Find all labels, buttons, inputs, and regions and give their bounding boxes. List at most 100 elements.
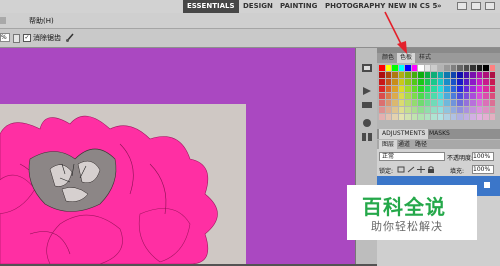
- swatch[interactable]: [470, 93, 476, 100]
- swatch[interactable]: [385, 86, 392, 93]
- fill-field[interactable]: 100%: [472, 165, 494, 174]
- swatch[interactable]: [379, 86, 385, 93]
- swatch[interactable]: [431, 107, 437, 114]
- swatch[interactable]: [444, 114, 450, 121]
- swatch[interactable]: [463, 86, 470, 93]
- swatch[interactable]: [489, 100, 496, 107]
- swatch[interactable]: [463, 72, 470, 79]
- swatch[interactable]: [431, 65, 437, 72]
- swatch[interactable]: [470, 107, 476, 114]
- swatch[interactable]: [463, 65, 470, 72]
- swatch[interactable]: [470, 79, 476, 86]
- swatch[interactable]: [437, 107, 444, 114]
- swatch[interactable]: [450, 65, 457, 72]
- swatch[interactable]: [411, 79, 418, 86]
- swatch[interactable]: [450, 93, 457, 100]
- swatch[interactable]: [470, 65, 476, 72]
- swatch[interactable]: [431, 93, 437, 100]
- swatch[interactable]: [398, 107, 405, 114]
- swatch[interactable]: [489, 72, 496, 79]
- swatch[interactable]: [489, 93, 496, 100]
- swatch[interactable]: [418, 65, 424, 72]
- swatch[interactable]: [489, 65, 496, 72]
- tab-channels[interactable]: 通道: [395, 140, 413, 150]
- swatch[interactable]: [476, 93, 483, 100]
- swatch[interactable]: [424, 93, 431, 100]
- swatch[interactable]: [476, 114, 483, 121]
- swatch[interactable]: [424, 86, 431, 93]
- swatch[interactable]: [379, 93, 385, 100]
- swatch[interactable]: [457, 72, 463, 79]
- swatch[interactable]: [411, 107, 418, 114]
- swatch[interactable]: [418, 79, 424, 86]
- swatch[interactable]: [385, 72, 392, 79]
- swatch[interactable]: [392, 72, 398, 79]
- swatch[interactable]: [463, 100, 470, 107]
- swatch[interactable]: [483, 93, 489, 100]
- actions-icon[interactable]: [360, 86, 374, 96]
- swatch[interactable]: [379, 100, 385, 107]
- swatch[interactable]: [450, 72, 457, 79]
- swatch[interactable]: [405, 114, 411, 121]
- workspace-photography[interactable]: PHOTOGRAPHY: [325, 0, 385, 13]
- tab-adjustments[interactable]: ADJUSTMENTS: [379, 129, 429, 139]
- lock-all-icon[interactable]: [427, 166, 435, 173]
- brush-icon[interactable]: [65, 32, 75, 42]
- swatch[interactable]: [437, 100, 444, 107]
- swatch[interactable]: [476, 79, 483, 86]
- swatch[interactable]: [405, 107, 411, 114]
- swatch[interactable]: [431, 86, 437, 93]
- swatch[interactable]: [392, 107, 398, 114]
- swatch[interactable]: [405, 93, 411, 100]
- swatch[interactable]: [398, 65, 405, 72]
- swatch[interactable]: [470, 114, 476, 121]
- swatch[interactable]: [392, 100, 398, 107]
- swatch[interactable]: [379, 107, 385, 114]
- swatch[interactable]: [450, 107, 457, 114]
- swatch[interactable]: [476, 86, 483, 93]
- swatch[interactable]: [424, 72, 431, 79]
- swatch[interactable]: [431, 114, 437, 121]
- swatch[interactable]: [424, 79, 431, 86]
- history-icon[interactable]: [360, 63, 374, 73]
- swatch[interactable]: [457, 79, 463, 86]
- swatch[interactable]: [483, 72, 489, 79]
- swatch[interactable]: [450, 114, 457, 121]
- close-icon[interactable]: [485, 2, 495, 10]
- menu-help[interactable]: 帮助(H): [29, 16, 54, 26]
- zoom-percent-field[interactable]: %: [0, 33, 10, 42]
- workspace-painting[interactable]: PAINTING: [280, 0, 317, 13]
- swatch[interactable]: [437, 72, 444, 79]
- swatch[interactable]: [444, 79, 450, 86]
- swatch[interactable]: [431, 72, 437, 79]
- swatch[interactable]: [411, 86, 418, 93]
- swatch[interactable]: [489, 86, 496, 93]
- menu-item-partial[interactable]: [0, 17, 6, 24]
- swatch[interactable]: [476, 100, 483, 107]
- swatch[interactable]: [483, 100, 489, 107]
- swatch[interactable]: [483, 86, 489, 93]
- lock-move-icon[interactable]: [417, 166, 425, 173]
- swatch[interactable]: [418, 100, 424, 107]
- swatch[interactable]: [411, 65, 418, 72]
- swatch[interactable]: [463, 79, 470, 86]
- swatch[interactable]: [398, 79, 405, 86]
- swatch[interactable]: [398, 72, 405, 79]
- swatch[interactable]: [437, 79, 444, 86]
- swatch[interactable]: [418, 72, 424, 79]
- swatch[interactable]: [385, 107, 392, 114]
- swatch[interactable]: [450, 79, 457, 86]
- clone-source-icon[interactable]: [360, 132, 374, 142]
- swatch[interactable]: [398, 86, 405, 93]
- swatch[interactable]: [411, 114, 418, 121]
- swatch[interactable]: [379, 65, 385, 72]
- swatch[interactable]: [405, 79, 411, 86]
- swatch[interactable]: [483, 114, 489, 121]
- layer-visibility-icon[interactable]: [484, 182, 490, 188]
- minimize-icon[interactable]: [457, 2, 467, 10]
- swatch[interactable]: [476, 72, 483, 79]
- swatch[interactable]: [483, 79, 489, 86]
- swatch[interactable]: [489, 114, 496, 121]
- swatch[interactable]: [379, 72, 385, 79]
- swatch[interactable]: [398, 93, 405, 100]
